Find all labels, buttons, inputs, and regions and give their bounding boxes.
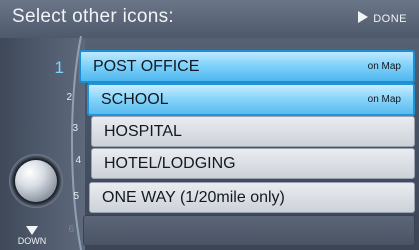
list-item-hotel-lodging[interactable]: HOTEL/LODGING <box>91 148 415 179</box>
list-item-one-way[interactable]: ONE WAY (1/20mile only) <box>89 182 415 213</box>
list-item-post-office[interactable]: POST OFFICE on Map <box>79 50 415 83</box>
row-number-5: 5 <box>73 191 79 202</box>
list-item-label: HOSPITAL <box>104 123 182 140</box>
row-number-2: 2 <box>66 92 72 103</box>
done-button[interactable]: DONE <box>358 11 407 25</box>
list-item-label: HOTEL/LODGING <box>104 155 236 172</box>
title-bar: Select other icons: DONE <box>0 0 419 38</box>
joystick-dial-icon[interactable] <box>15 160 57 202</box>
list-item-hospital[interactable]: HOSPITAL <box>91 116 415 147</box>
scroll-down-button[interactable]: DOWN <box>17 226 47 246</box>
down-label: DOWN <box>17 236 47 246</box>
on-map-badge: on Map <box>367 94 401 105</box>
nav-screen: Select other icons: DONE DOWN 1 2 3 4 5 … <box>0 0 419 250</box>
list-item-label: POST OFFICE <box>93 58 200 75</box>
list-item-empty <box>83 215 415 246</box>
row-number-3: 3 <box>72 123 78 134</box>
page-title: Select other icons: <box>12 6 175 27</box>
icon-list: POST OFFICE on Map SCHOOL on Map HOSPITA… <box>79 42 419 250</box>
done-arrow-icon <box>358 11 369 23</box>
down-arrow-icon <box>26 226 38 235</box>
row-number-6: 6 <box>68 224 74 235</box>
list-item-school[interactable]: SCHOOL on Map <box>87 83 415 116</box>
list-item-label: SCHOOL <box>101 91 169 108</box>
done-label: DONE <box>373 13 407 25</box>
on-map-badge: on Map <box>367 61 401 72</box>
row-number-1: 1 <box>54 58 64 77</box>
list-item-label: ONE WAY (1/20mile only) <box>102 189 285 206</box>
